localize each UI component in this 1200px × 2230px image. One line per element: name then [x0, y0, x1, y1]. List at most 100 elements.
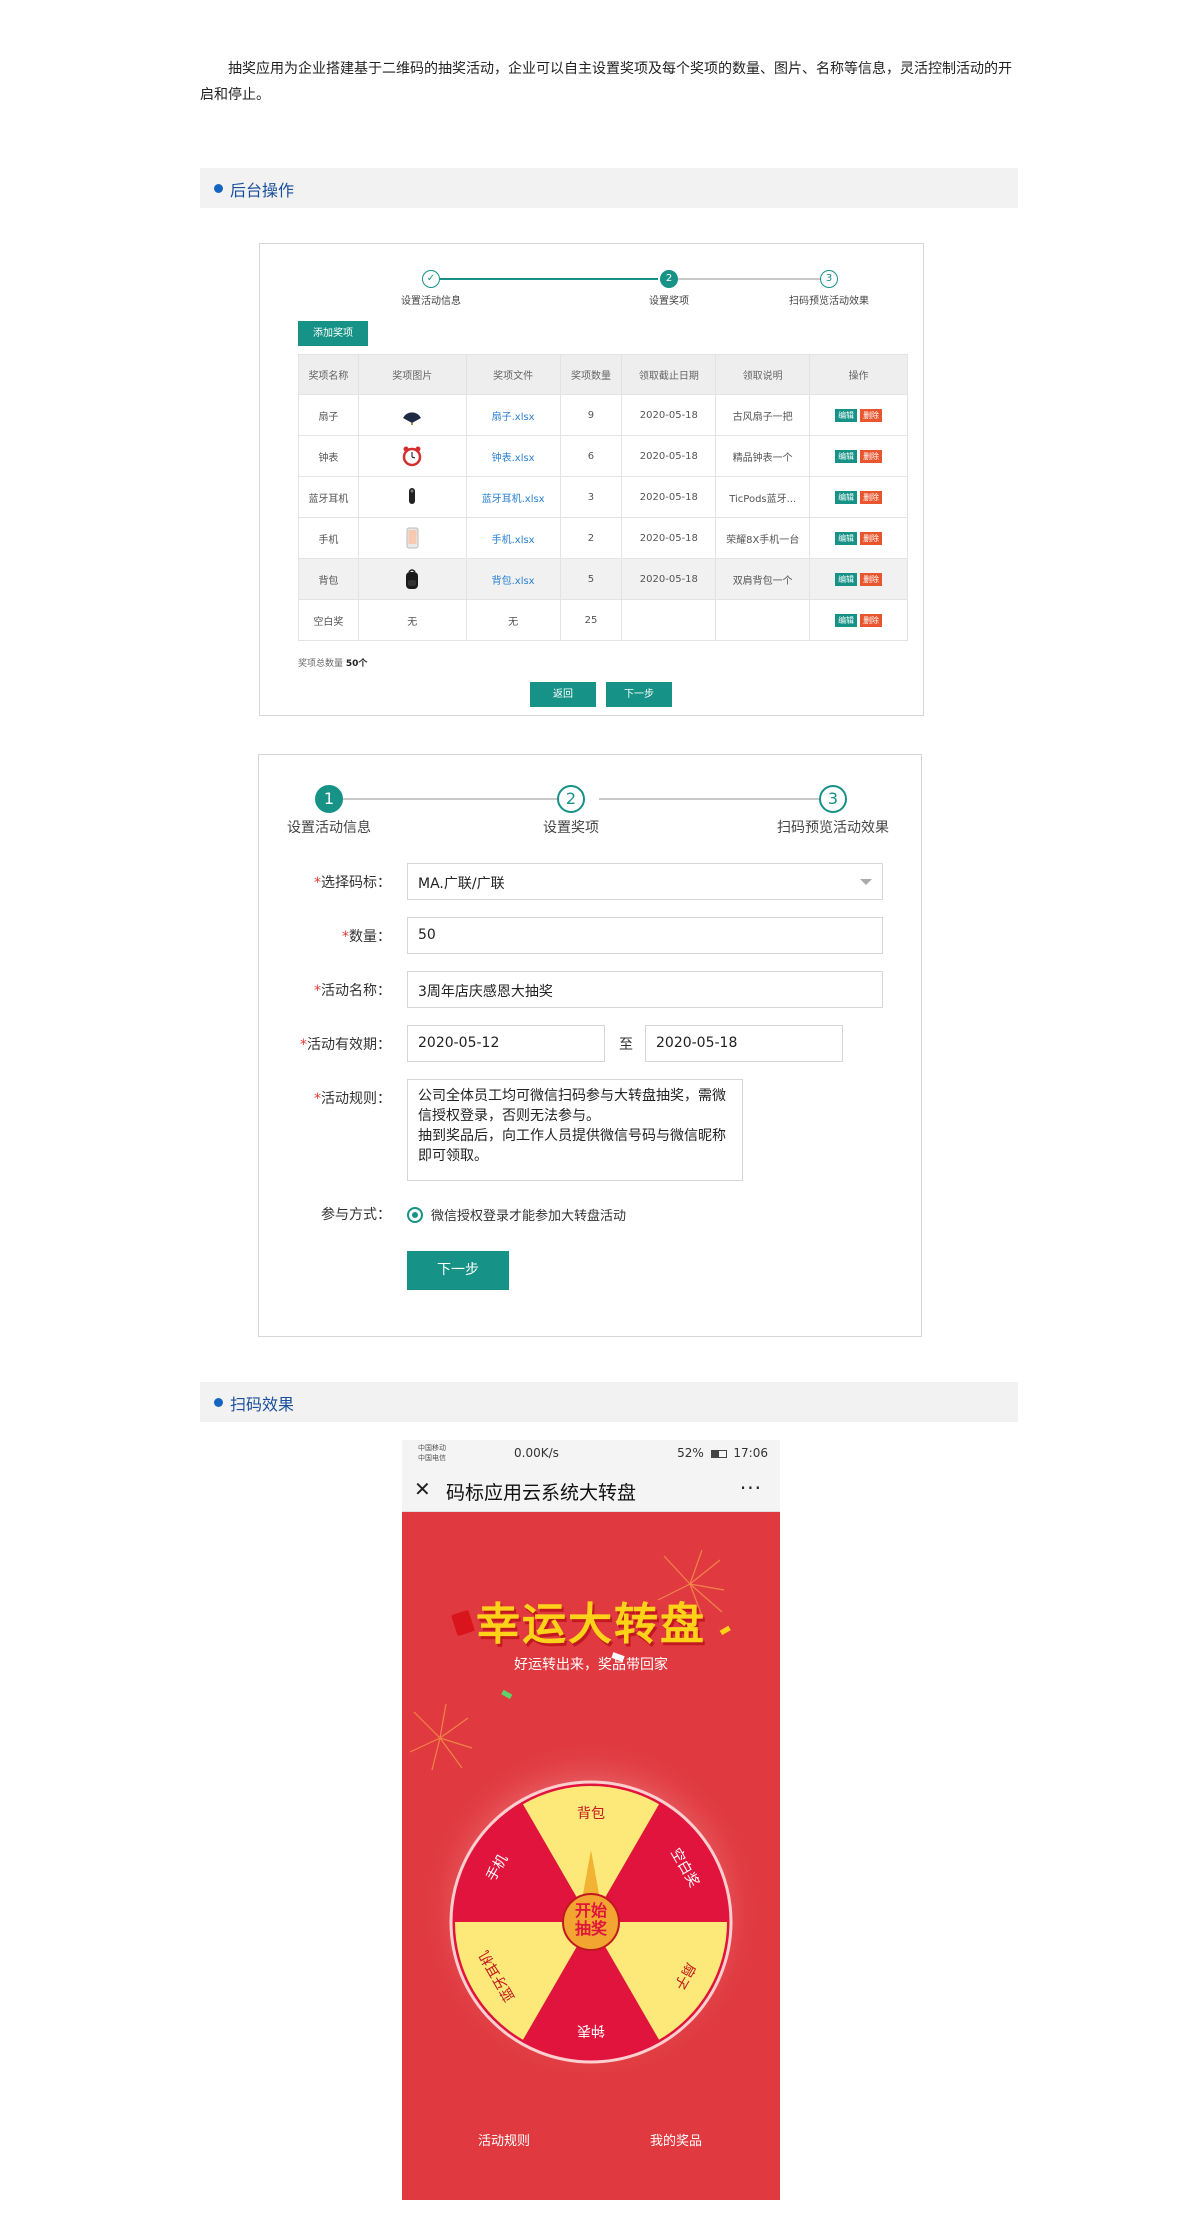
- prize-name: 扇子: [298, 394, 359, 436]
- step-label: 扫码预览活动效果: [789, 296, 869, 307]
- step-number: 3: [820, 270, 838, 288]
- activity-name-field[interactable]: 3周年店庆感恩大抽奖: [407, 971, 883, 1008]
- section-header-backend: 后台操作: [200, 168, 1018, 208]
- network-speed: 0.00K/s: [514, 1446, 559, 1460]
- prize-file-link[interactable]: 扇子.xlsx: [465, 394, 561, 436]
- activity-info-screenshot: 1 2 3 设置活动信息 设置奖项 扫码预览活动效果 *选择码标： MA.广联/…: [258, 754, 922, 1337]
- column-header: 奖项文件: [465, 354, 561, 395]
- confetti: [501, 1689, 513, 1700]
- carrier-label: 中国电信: [418, 1454, 446, 1462]
- table-row: 空白奖 无 无 25 编辑 删除: [298, 599, 908, 641]
- battery-icon: [710, 1449, 727, 1458]
- stepper: 1 2 3 设置活动信息 设置奖项 扫码预览活动效果: [259, 785, 921, 845]
- edit-button[interactable]: 编辑: [835, 408, 858, 422]
- delete-button[interactable]: 删除: [860, 613, 883, 627]
- delete-button[interactable]: 删除: [860, 408, 883, 422]
- delete-button[interactable]: 删除: [860, 531, 883, 545]
- prize-date: 2020-05-18: [621, 517, 717, 559]
- prize-date: 2020-05-18: [621, 394, 717, 436]
- fan-icon: [403, 412, 422, 425]
- required-mark: *: [342, 929, 349, 945]
- form-row-period: *活动有效期： 2020-05-12 至 2020-05-18: [259, 1025, 921, 1063]
- form-row-mode: 参与方式： 微信授权登录才能参加大转盘活动: [259, 1195, 921, 1233]
- prize-file-link[interactable]: 蓝牙耳机.xlsx: [465, 476, 561, 518]
- step-label: 扫码预览活动效果: [777, 820, 889, 836]
- required-mark: *: [314, 983, 321, 999]
- prize-pic-none: 无: [357, 599, 467, 641]
- end-date-field[interactable]: 2020-05-18: [645, 1025, 843, 1062]
- prize-file-link[interactable]: 手机.xlsx: [465, 517, 561, 559]
- battery-percent: 52%: [677, 1446, 704, 1460]
- table-row: 蓝牙耳机 蓝牙耳机.xlsx 3 2020-05-18 TicPods蓝牙...…: [298, 476, 908, 518]
- my-prizes-link[interactable]: 我的奖品: [650, 2130, 702, 2149]
- field-label: 选择码标：: [321, 875, 391, 891]
- wechat-navbar: ✕ 码标应用云系统大转盘 ···: [402, 1468, 780, 1512]
- prize-name: 手机: [298, 517, 359, 559]
- prize-name: 背包: [298, 558, 359, 600]
- prize-desc: 双肩背包一个: [715, 558, 811, 600]
- start-date-field[interactable]: 2020-05-12: [407, 1025, 605, 1062]
- date-separator: 至: [619, 1037, 633, 1053]
- table-row: 扇子 扇子.xlsx 9 2020-05-18 古风扇子一把 编辑 删除: [298, 394, 908, 436]
- prize-file-link[interactable]: 钟表.xlsx: [465, 435, 561, 477]
- carrier-label: 中国移动: [418, 1444, 446, 1452]
- quantity-field[interactable]: 50: [407, 917, 883, 954]
- form-row-qty: *数量： 50: [259, 917, 921, 955]
- step-label: 设置活动信息: [287, 820, 371, 836]
- prize-desc: 精品钟表一个: [715, 435, 811, 477]
- delete-button[interactable]: 删除: [860, 490, 883, 504]
- column-header: 奖项图片: [357, 354, 467, 395]
- field-label: 参与方式：: [321, 1207, 391, 1223]
- start-draw-button[interactable]: 开始 抽奖: [566, 1902, 616, 1938]
- page-title: 码标应用云系统大转盘: [446, 1482, 637, 1504]
- column-header: 领取说明: [715, 354, 811, 395]
- edit-button[interactable]: 编辑: [835, 613, 858, 627]
- backpack-icon: [406, 569, 419, 589]
- stepper: ✓ 2 3 设置活动信息 设置奖项 扫码预览活动效果: [260, 268, 923, 308]
- mode-radio[interactable]: [407, 1207, 423, 1223]
- rules-link[interactable]: 活动规则: [478, 2130, 530, 2149]
- prize-desc: 古风扇子一把: [715, 394, 811, 436]
- total-count: 奖项总数量 50个: [298, 656, 367, 669]
- prize-file: 无: [465, 599, 561, 641]
- add-prize-button[interactable]: 添加奖项: [298, 321, 368, 346]
- next-button[interactable]: 下一步: [606, 682, 672, 707]
- prize-date: 2020-05-18: [621, 476, 717, 518]
- delete-button[interactable]: 删除: [860, 449, 883, 463]
- prize-qty: 25: [559, 599, 623, 641]
- edit-button[interactable]: 编辑: [835, 449, 858, 463]
- close-icon[interactable]: ✕: [414, 1477, 431, 1501]
- phone-screenshot: 中国移动 中国电信 0.00K/s 52% 17:06 ✕ 码标应用云系统大转盘…: [402, 1440, 780, 2200]
- mode-radio-label[interactable]: 微信授权登录才能参加大转盘活动: [431, 1205, 626, 1224]
- wheel-prize-label: 钟表: [577, 2022, 605, 2039]
- code-select[interactable]: MA.广联/广联: [407, 863, 883, 900]
- prize-desc: [715, 599, 811, 641]
- prize-file-link[interactable]: 背包.xlsx: [465, 558, 561, 600]
- delete-button[interactable]: 删除: [860, 572, 883, 586]
- edit-button[interactable]: 编辑: [835, 572, 858, 586]
- prize-setup-screenshot: ✓ 2 3 设置活动信息 设置奖项 扫码预览活动效果 添加奖项 奖项名称 奖项图…: [259, 243, 924, 716]
- next-button[interactable]: 下一步: [407, 1251, 509, 1290]
- step-label: 设置活动信息: [401, 296, 461, 307]
- section-title: 扫码效果: [230, 1395, 295, 1414]
- edit-button[interactable]: 编辑: [835, 531, 858, 545]
- prize-desc: TicPods蓝牙...: [715, 476, 811, 518]
- field-label: 活动规则：: [321, 1091, 391, 1107]
- more-icon[interactable]: ···: [740, 1476, 762, 1500]
- prize-date: 2020-05-18: [621, 435, 717, 477]
- required-mark: *: [314, 875, 321, 891]
- back-button[interactable]: 返回: [530, 682, 596, 707]
- intro-text: 抽奖应用为企业搭建基于二维码的抽奖活动，企业可以自主设置奖项及每个奖项的数量、图…: [200, 61, 1012, 103]
- prize-name: 钟表: [298, 435, 359, 477]
- prize-name: 蓝牙耳机: [298, 476, 359, 518]
- total-value: 50个: [345, 659, 368, 669]
- rules-textarea[interactable]: 公司全体员工均可微信扫码参与大转盘抽奖，需微信授权登录，否则无法参与。 抽到奖品…: [407, 1079, 743, 1181]
- section-title: 后台操作: [230, 181, 295, 200]
- step-number: 2: [557, 785, 585, 813]
- required-mark: *: [300, 1037, 307, 1053]
- bullet-icon: [214, 1398, 223, 1407]
- step-line: [440, 278, 658, 280]
- edit-button[interactable]: 编辑: [835, 490, 858, 504]
- section-header-scan: 扫码效果: [200, 1382, 1018, 1422]
- chevron-down-icon: [860, 879, 872, 885]
